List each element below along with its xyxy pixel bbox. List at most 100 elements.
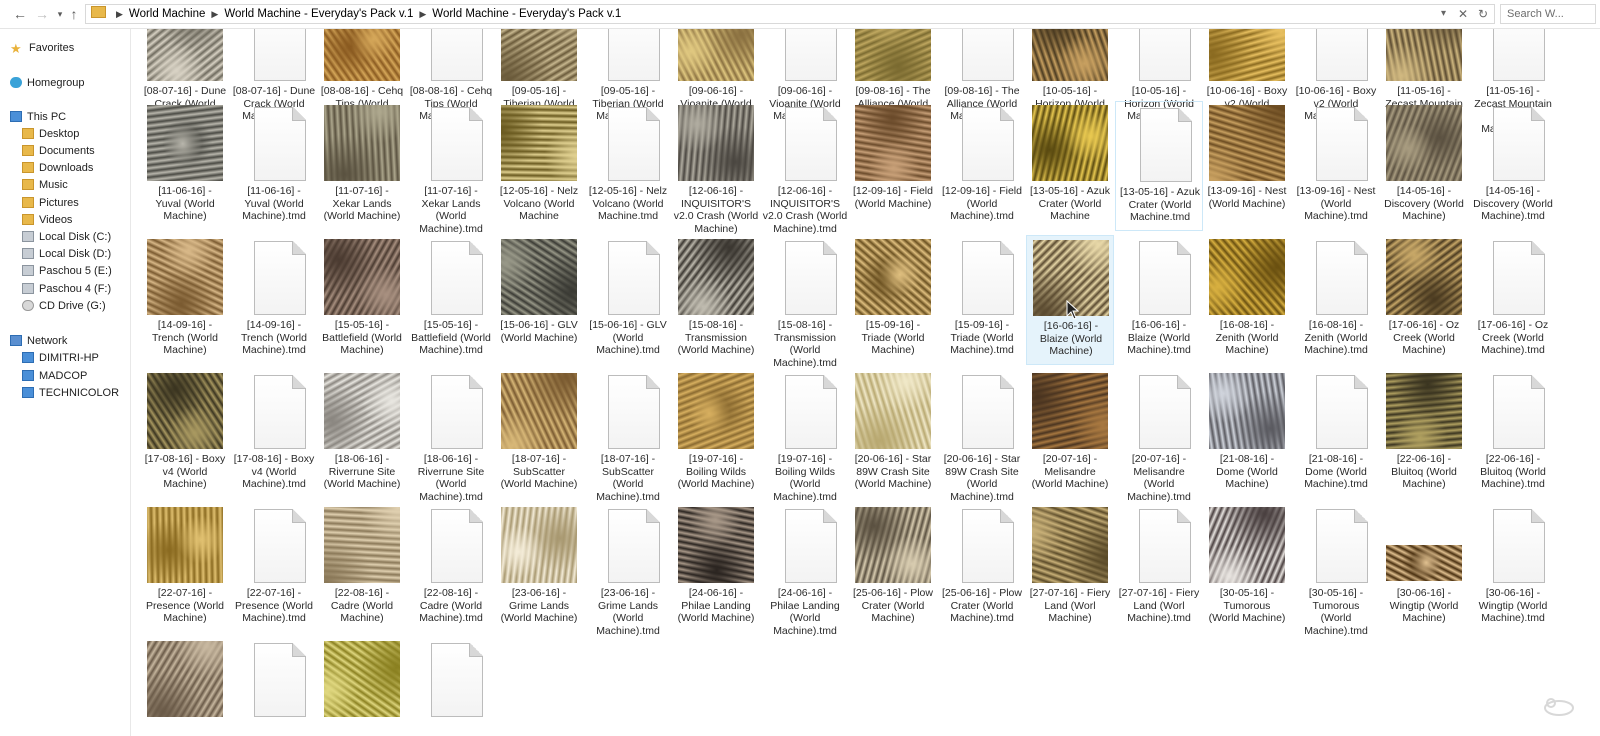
sidebar-item[interactable]: Network <box>10 333 67 349</box>
image-file-item[interactable]: [24-06-16] - Philae Landing (World Machi… <box>672 503 760 633</box>
search-input[interactable]: Search W... <box>1500 4 1596 24</box>
address-dropdown-chevron-icon[interactable]: ▾ <box>1441 5 1446 23</box>
tmd-file-item[interactable]: [30-06-16] - Wingtip (World Machine).tmd <box>1469 503 1557 633</box>
tmd-file-item[interactable]: [13-09-16] - Nest (World Machine).tmd <box>1292 101 1380 231</box>
sidebar-item[interactable]: Music <box>22 177 68 193</box>
tmd-file-item[interactable]: [12-05-16] - Nelz Volcano (World Machine… <box>584 101 672 231</box>
image-file-item[interactable]: [14-09-16] - Trench (World Machine) <box>141 235 229 365</box>
document-file-icon <box>608 241 660 315</box>
image-file-item[interactable]: [15-06-16] - GLV (World Machine) <box>495 235 583 365</box>
sidebar-item[interactable]: CD Drive (G:) <box>22 298 106 314</box>
tmd-file-item[interactable]: [15-06-16] - GLV (World Machine).tmd <box>584 235 672 365</box>
tmd-file-item[interactable]: [11-07-16] - Xekar Lands (World Machine)… <box>407 101 495 235</box>
image-file-item[interactable]: [30-06-16] - Wingtip (World Machine) <box>1380 503 1468 633</box>
image-file-item[interactable]: [12-05-16] - Nelz Volcano (World Machine <box>495 101 583 231</box>
tmd-file-item[interactable]: [21-08-16] - Dome (World Machine).tmd <box>1292 369 1380 499</box>
image-file-item[interactable]: [15-09-16] - Triade (World Machine) <box>849 235 937 365</box>
tmd-file-item[interactable]: [22-08-16] - Cadre (World Machine).tmd <box>407 503 495 633</box>
image-file-item[interactable]: [22-07-16] - Presence (World Machine) <box>141 503 229 633</box>
tmd-file-item[interactable]: [12-06-16] - INQUISITOR'S v2.0 Crash (Wo… <box>761 101 849 235</box>
image-file-item[interactable]: [12-06-16] - INQUISITOR'S v2.0 Crash (Wo… <box>672 101 760 235</box>
sidebar-item[interactable]: Paschou 4 (F:) <box>22 281 111 297</box>
up-arrow-button[interactable]: ↑ <box>64 4 84 24</box>
tmd-file-item[interactable]: [15-05-16] - Battlefield (World Machine)… <box>407 235 495 365</box>
tmd-file-item[interactable]: [16-08-16] - Zenith (World Machine).tmd <box>1292 235 1380 365</box>
sidebar-item[interactable]: TECHNICOLOR <box>22 385 119 401</box>
image-file-item[interactable] <box>318 637 406 736</box>
breadcrumb-item[interactable]: World Machine - Everyday's Pack v.1 <box>224 8 413 20</box>
tmd-file-item[interactable] <box>407 637 495 736</box>
tmd-file-item[interactable]: [11-06-16] - Yuval (World Machine).tmd <box>230 101 318 231</box>
forward-button[interactable]: → <box>32 4 52 24</box>
sidebar-item[interactable]: Local Disk (C:) <box>22 229 111 245</box>
tmd-file-item[interactable]: [18-06-16] - Riverrune Site (World Machi… <box>407 369 495 503</box>
sidebar-item[interactable]: Pictures <box>22 195 79 211</box>
image-file-item[interactable]: [23-06-16] - Grime Lands (World Machine) <box>495 503 583 633</box>
breadcrumb-item[interactable]: World Machine <box>129 8 206 20</box>
sidebar-item[interactable]: Homegroup <box>10 75 84 91</box>
document-file-icon <box>254 643 306 717</box>
tmd-file-item[interactable]: [14-05-16] - Discovery (World Machine).t… <box>1469 101 1557 231</box>
tmd-file-item[interactable]: [13-05-16] - Azuk Crater (World Machine.… <box>1115 101 1203 231</box>
tmd-file-item[interactable]: [14-09-16] - Trench (World Machine).tmd <box>230 235 318 365</box>
image-file-item[interactable]: [11-07-16] - Xekar Lands (World Machine) <box>318 101 406 231</box>
image-file-item[interactable]: [13-09-16] - Nest (World Machine) <box>1203 101 1291 231</box>
breadcrumb-item[interactable]: World Machine - Everyday's Pack v.1 <box>432 8 621 20</box>
tmd-file-item[interactable]: [12-09-16] - Field (World Machine).tmd <box>938 101 1026 231</box>
image-file-item[interactable]: [19-07-16] - Boiling Wilds (World Machin… <box>672 369 760 499</box>
tmd-file-item[interactable]: [16-06-16] - Blaize (World Machine).tmd <box>1115 235 1203 365</box>
image-file-item[interactable]: [21-08-16] - Dome (World Machine) <box>1203 369 1291 499</box>
sidebar-item[interactable]: Videos <box>22 212 72 228</box>
image-file-item[interactable] <box>141 637 229 736</box>
tmd-file-item[interactable] <box>230 637 318 736</box>
image-file-item[interactable]: [14-05-16] - Discovery (World Machine) <box>1380 101 1468 231</box>
image-file-item[interactable]: [30-05-16] - Tumorous (World Machine) <box>1203 503 1291 633</box>
tmd-file-item[interactable]: [22-07-16] - Presence (World Machine).tm… <box>230 503 318 633</box>
tmd-file-item[interactable]: [15-09-16] - Triade (World Machine).tmd <box>938 235 1026 365</box>
tmd-file-item[interactable]: [20-07-16] - Melisandre (World Machine).… <box>1115 369 1203 503</box>
terrain-thumbnail <box>324 29 400 81</box>
image-file-item[interactable]: [22-08-16] - Cadre (World Machine) <box>318 503 406 633</box>
image-file-item[interactable]: [15-08-16] - Transmission (World Machine… <box>672 235 760 365</box>
image-file-item[interactable]: [15-05-16] - Battlefield (World Machine) <box>318 235 406 365</box>
image-file-item[interactable]: [16-08-16] - Zenith (World Machine) <box>1203 235 1291 365</box>
image-file-item[interactable]: [20-07-16] - Melisandre (World Machine) <box>1026 369 1114 499</box>
close-icon[interactable]: ✕ <box>1458 5 1468 23</box>
image-file-item[interactable]: [27-07-16] - Fiery Land (Worl Machine) <box>1026 503 1114 633</box>
tmd-file-item[interactable]: [17-06-16] - Oz Creek (World Machine).tm… <box>1469 235 1557 365</box>
sidebar-item[interactable]: ★ Favorites <box>10 40 74 56</box>
image-file-item[interactable]: [17-06-16] - Oz Creek (World Machine) <box>1380 235 1468 365</box>
back-button[interactable]: ← <box>10 4 30 24</box>
sidebar-item[interactable]: MADCOP <box>22 368 87 384</box>
tmd-file-item[interactable]: [27-07-16] - Fiery Land (Worl Machine).t… <box>1115 503 1203 633</box>
sidebar-item[interactable]: Documents <box>22 143 95 159</box>
sidebar-item[interactable]: Local Disk (D:) <box>22 246 111 262</box>
sidebar-item[interactable]: DIMITRI-HP <box>22 350 99 366</box>
image-file-item[interactable]: [20-06-16] - Star 89W Crash Site (World … <box>849 369 937 499</box>
tmd-file-item[interactable]: [30-05-16] - Tumorous (World Machine).tm… <box>1292 503 1380 637</box>
image-file-item[interactable]: [18-07-16] - SubScatter (World Machine) <box>495 369 583 499</box>
sidebar-item[interactable]: Downloads <box>22 160 93 176</box>
tmd-file-item[interactable]: [15-08-16] - Transmission (World Machine… <box>761 235 849 369</box>
tmd-file-item[interactable]: [25-06-16] - Plow Crater (World Machine)… <box>938 503 1026 633</box>
tmd-file-item[interactable]: [18-07-16] - SubScatter (World Machine).… <box>584 369 672 503</box>
tmd-file-item[interactable]: [20-06-16] - Star 89W Crash Site (World … <box>938 369 1026 503</box>
image-file-item[interactable]: [17-08-16] - Boxy v4 (World Machine) <box>141 369 229 499</box>
sidebar-item[interactable]: Desktop <box>22 126 79 142</box>
sidebar-item[interactable]: Paschou 5 (E:) <box>22 263 112 279</box>
image-file-item[interactable]: [18-06-16] - Riverrune Site (World Machi… <box>318 369 406 499</box>
tmd-file-item[interactable]: [22-06-16] - Bluitoq (World Machine).tmd <box>1469 369 1557 499</box>
tmd-file-item[interactable]: [19-07-16] - Boiling Wilds (World Machin… <box>761 369 849 503</box>
image-file-item[interactable]: [12-09-16] - Field (World Machine) <box>849 101 937 231</box>
image-file-item[interactable]: [25-06-16] - Plow Crater (World Machine) <box>849 503 937 633</box>
tmd-file-item[interactable]: [23-06-16] - Grime Lands (World Machine)… <box>584 503 672 637</box>
image-file-item[interactable]: [13-05-16] - Azuk Crater (World Machine <box>1026 101 1114 231</box>
sidebar-item[interactable]: This PC <box>10 109 66 125</box>
image-file-item[interactable]: [22-06-16] - Bluitoq (World Machine) <box>1380 369 1468 499</box>
terrain-thumbnail <box>1032 507 1108 583</box>
tmd-file-item[interactable]: [24-06-16] - Philae Landing (World Machi… <box>761 503 849 637</box>
tmd-file-item[interactable]: [17-08-16] - Boxy v4 (World Machine).tmd <box>230 369 318 499</box>
address-bar[interactable]: ▶ World Machine ▶ World Machine - Everyday'… <box>85 4 1495 24</box>
refresh-icon[interactable]: ↻ <box>1478 5 1488 23</box>
image-file-item[interactable]: [11-06-16] - Yuval (World Machine) <box>141 101 229 231</box>
